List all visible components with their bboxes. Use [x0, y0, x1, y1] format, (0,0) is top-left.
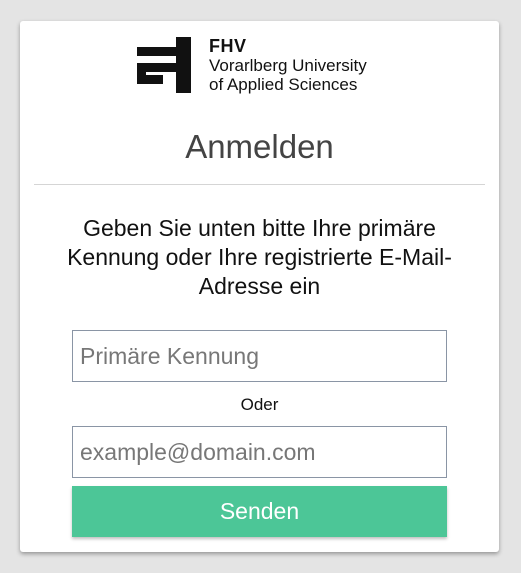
logo-line-2: of Applied Sciences	[209, 75, 358, 94]
logo-line-1: Vorarlberg University	[209, 56, 367, 75]
fhv-logo: FHV Vorarlberg University of Applied Sci…	[137, 37, 397, 95]
page-title: Anmelden	[185, 128, 334, 165]
divider	[34, 184, 485, 185]
fhv-logo-mark	[137, 37, 191, 93]
logo-text: FHV Vorarlberg University of Applied Sci…	[209, 36, 367, 95]
primary-id-input[interactable]	[72, 330, 447, 382]
email-input[interactable]	[72, 426, 447, 478]
login-card: FHV Vorarlberg University of Applied Sci…	[20, 21, 499, 552]
submit-button[interactable]: Senden	[72, 486, 447, 537]
logo-abbreviation: FHV	[209, 36, 247, 56]
instruction-text: Geben Sie unten bitte Ihre primäre Kennu…	[67, 215, 452, 299]
or-separator: Oder	[240, 395, 279, 414]
